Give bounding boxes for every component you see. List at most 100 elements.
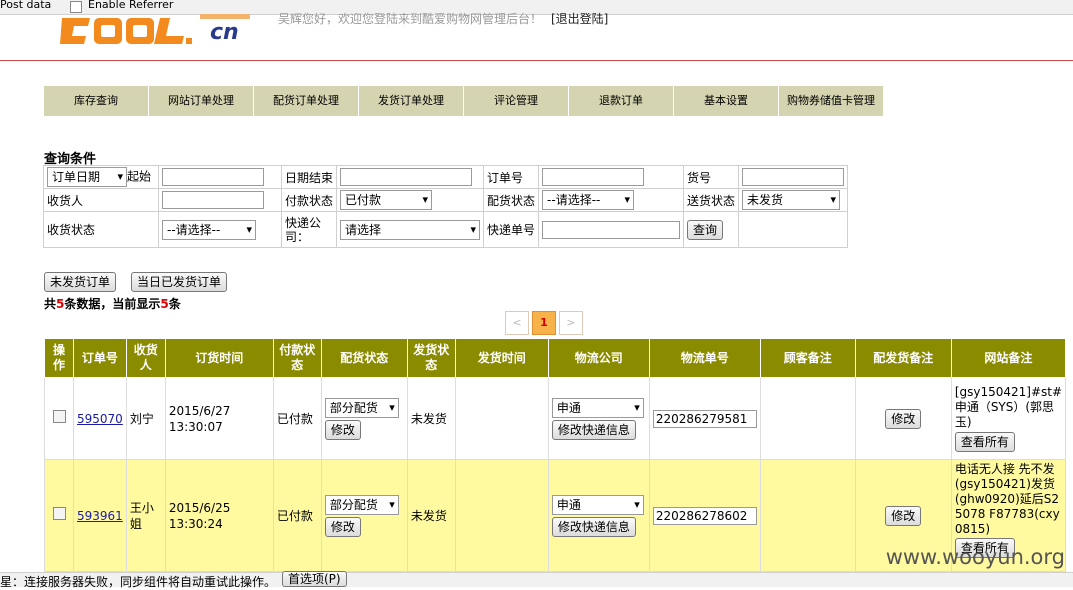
summary-middle: 条数据，当前显示 [64, 297, 161, 311]
pay-status-cell: 已付款 [272, 459, 322, 572]
ship-time-cell [454, 377, 549, 460]
summary-suffix: 条 [168, 297, 181, 311]
customer-note-cell [759, 459, 856, 572]
preferences-button[interactable]: 首选项(P) [282, 571, 347, 587]
nav-item-settings[interactable]: 基本设置 [674, 86, 779, 116]
order-time-cell: 2015/6/27 13:30:07 [164, 377, 274, 460]
end-date-input[interactable] [340, 168, 473, 186]
logistics-select[interactable]: 申通 [551, 397, 644, 418]
ship-status-label: 送货状态 [683, 188, 740, 212]
modify-note-button[interactable]: 修改 [885, 505, 922, 526]
query-form: 订单日期起始 日期结束 订单号 货号 收货人 付款状态 已付款 配货状态 --请… [43, 165, 849, 248]
nav-item-reviews[interactable]: 评论管理 [464, 86, 569, 116]
modify-courier-button[interactable]: 修改快递信息 [551, 419, 636, 440]
main-nav: 库存查询 网站订单处理 配货订单处理 发货订单处理 评论管理 退款订单 基本设置… [44, 86, 884, 116]
pagination: < 1 > [505, 311, 583, 335]
col-pay-status: 付款状态 [272, 338, 322, 378]
order-link[interactable]: 593961 [77, 509, 123, 523]
modify-alloc-button[interactable]: 修改 [324, 516, 361, 537]
nav-item-web-orders[interactable]: 网站订单处理 [149, 86, 254, 116]
nav-item-allocation-orders[interactable]: 配货订单处理 [254, 86, 359, 116]
start-date-input[interactable] [162, 168, 264, 186]
post-data-label[interactable]: Post data [0, 0, 51, 11]
row-checkbox[interactable] [52, 507, 66, 520]
order-time-cell: 2015/6/25 13:30:24 [164, 459, 274, 572]
site-logo: cn [60, 14, 252, 46]
customer-note-cell [759, 377, 856, 460]
alloc-status-select[interactable]: 部分配货 [324, 397, 399, 418]
col-alloc-note: 配发货备注 [854, 338, 952, 378]
logout-link[interactable]: [退出登陆] [551, 10, 608, 27]
courier-label-2: 司： [285, 229, 310, 244]
pay-status-select[interactable]: 已付款 [340, 190, 433, 210]
col-op: 操作 [44, 338, 74, 378]
end-date-label: 日期结束 [280, 165, 338, 189]
recv-status-label: 收货状态 [43, 211, 159, 248]
tracking-no-input[interactable] [542, 220, 681, 239]
tracking-input[interactable]: 220286279581 [652, 409, 757, 428]
pay-status-label: 付款状态 [280, 188, 338, 212]
col-alloc-status: 配货状态 [320, 338, 408, 378]
pager-current[interactable]: 1 [532, 311, 556, 335]
welcome-message: 吴辉您好，欢迎您登陆来到酷爱购物网管理后台！ [278, 12, 543, 26]
row-checkbox[interactable] [52, 410, 66, 423]
start-date-label: 起始 [127, 169, 152, 184]
logo-text: cn [210, 20, 239, 45]
logistics-select[interactable]: 申通 [551, 494, 644, 515]
ship-status-cell: 未发货 [406, 459, 456, 572]
ship-status-select[interactable]: 未发货 [742, 190, 841, 210]
courier-select[interactable]: 请选择 [340, 219, 481, 240]
site-note-text: 电话无人接 先不发(gsy150421)发货(ghw0920)延后S25078 … [954, 462, 1060, 536]
summary-shown: 5 [160, 297, 169, 311]
pay-status-cell: 已付款 [272, 377, 322, 460]
view-all-button[interactable]: 查看所有 [954, 432, 1015, 452]
courier-label-1: 快递公 [285, 215, 322, 230]
receiver-cell: 王小姐 [125, 459, 166, 572]
nav-item-shipping-orders[interactable]: 发货订单处理 [359, 86, 464, 116]
alloc-status-select[interactable]: --请选择-- [542, 190, 635, 210]
col-tracking: 物流单号 [648, 338, 761, 378]
ship-time-cell [454, 459, 549, 572]
col-order-time: 订货时间 [164, 338, 274, 378]
unshipped-orders-button[interactable]: 未发货订单 [44, 272, 117, 292]
enable-referrer-checkbox[interactable] [70, 1, 82, 13]
receiver-cell: 刘宁 [125, 377, 166, 460]
enable-referrer-label[interactable]: Enable Referrer [88, 0, 173, 11]
modify-courier-button[interactable]: 修改快递信息 [551, 516, 636, 537]
status-message: 星：连接服务器失败，同步组件将自动重试此操作。 [0, 575, 277, 589]
tracking-input[interactable]: 220286278602 [652, 506, 757, 525]
search-button[interactable]: 查询 [687, 219, 724, 240]
order-no-input[interactable] [542, 168, 645, 186]
sku-label: 货号 [683, 165, 740, 189]
nav-item-refunds[interactable]: 退款订单 [569, 86, 674, 116]
col-order-no: 订单号 [73, 338, 127, 378]
order-link[interactable]: 595070 [77, 412, 123, 426]
col-ship-time: 发货时间 [454, 338, 549, 378]
alloc-status-select[interactable]: 部分配货 [324, 494, 399, 515]
table-header: 操作 订单号 收货人 订货时间 付款状态 配货状态 发货状态 发货时间 物流公司… [44, 338, 1067, 378]
ship-status-cell: 未发货 [406, 377, 456, 460]
nav-item-inventory[interactable]: 库存查询 [44, 86, 149, 116]
nav-item-vouchers[interactable]: 购物券储值卡管理 [779, 86, 884, 116]
tracking-no-label: 快递单号 [483, 211, 540, 248]
modify-note-button[interactable]: 修改 [885, 408, 922, 429]
modify-alloc-button[interactable]: 修改 [324, 419, 361, 440]
alloc-status-label: 配货状态 [483, 188, 540, 212]
summary-prefix: 共 [44, 297, 57, 311]
pager-next[interactable]: > [559, 311, 583, 335]
pager-prev[interactable]: < [505, 311, 529, 335]
watermark-text: www.wooyun.org [885, 545, 1065, 569]
table-row: 595070 刘宁 2015/6/2713:30:07 已付款 部分配货 修改 … [44, 377, 1067, 460]
sku-input[interactable] [742, 168, 845, 186]
orders-table: 操作 订单号 收货人 订货时间 付款状态 配货状态 发货状态 发货时间 物流公司… [44, 338, 1067, 572]
date-type-select[interactable]: 订单日期 [47, 167, 127, 187]
receiver-label: 收货人 [43, 188, 159, 212]
header-divider [0, 60, 1073, 61]
recv-status-select[interactable]: --请选择-- [162, 219, 256, 240]
status-bar: 星：连接服务器失败，同步组件将自动重试此操作。 首选项(P) [0, 571, 1073, 589]
col-customer-note: 顾客备注 [759, 338, 856, 378]
result-summary: 共5条数据，当前显示5条 [44, 295, 181, 312]
order-no-label: 订单号 [483, 165, 540, 189]
today-shipped-orders-button[interactable]: 当日已发货订单 [131, 272, 228, 292]
receiver-input[interactable] [162, 191, 264, 209]
